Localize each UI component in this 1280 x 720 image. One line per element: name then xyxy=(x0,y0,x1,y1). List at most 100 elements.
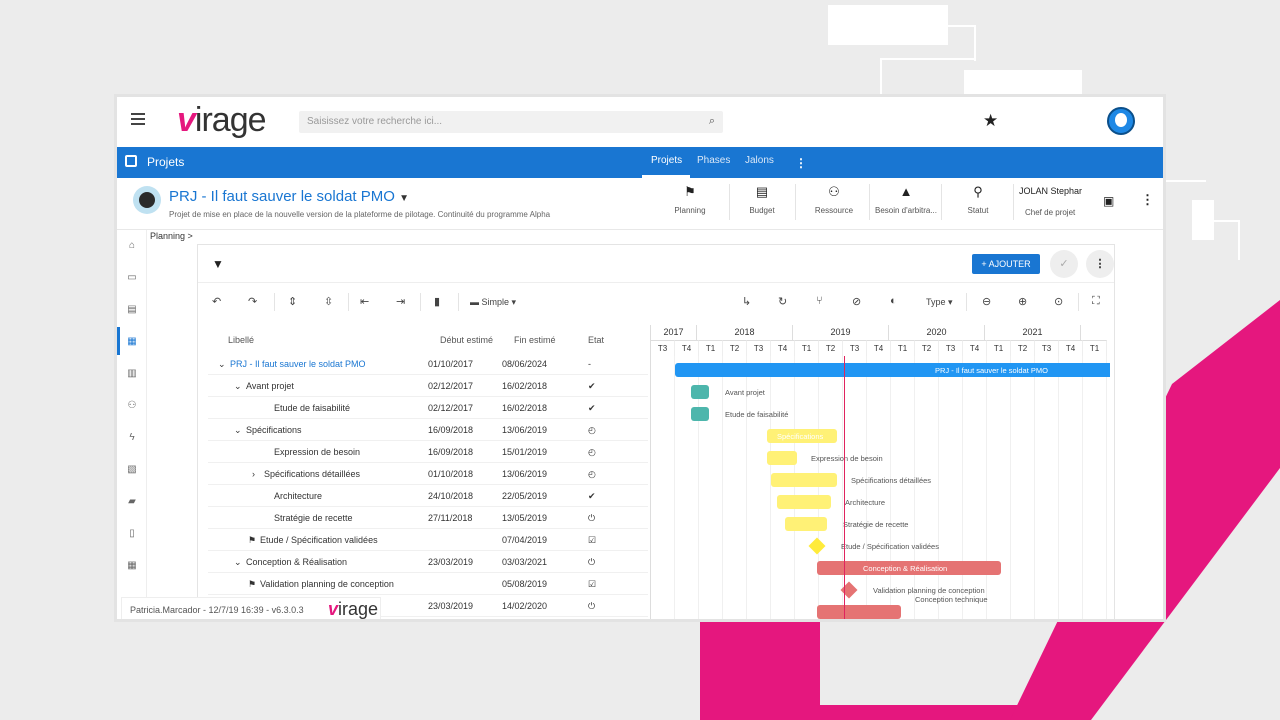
coins-icon: ▤ xyxy=(755,184,769,199)
more-vert-icon[interactable]: ⋮ xyxy=(1086,250,1114,278)
gantt-quarter: T2 xyxy=(1011,340,1035,356)
col-header-start[interactable]: Début estimé xyxy=(440,335,493,345)
more-vert-icon[interactable]: ⋮ xyxy=(795,156,807,170)
cell-label: Spécifications détaillées xyxy=(264,469,361,479)
collapse-icon[interactable]: ⇕ xyxy=(288,295,297,308)
tab-jalons[interactable]: Jalons xyxy=(745,155,774,166)
zoom-out-icon[interactable]: ⊖ xyxy=(982,295,991,308)
table-row[interactable]: ⌄ Avant projet 02/12/2017 16/02/2018 ✔ xyxy=(208,375,648,397)
gantt-bar[interactable] xyxy=(767,451,797,465)
add-button[interactable]: + AJOUTER xyxy=(972,254,1040,274)
split-icon[interactable]: ⑂ xyxy=(816,295,823,307)
zoom-in-icon[interactable]: ⊕ xyxy=(1018,295,1027,308)
history-icon[interactable]: ↻ xyxy=(778,295,787,308)
table-row[interactable]: › Spécifications détaillées 01/10/2018 13/0… xyxy=(208,463,648,485)
gantt-bar[interactable] xyxy=(785,517,827,531)
gantt-quarter: T1 xyxy=(795,340,819,356)
flash-icon[interactable]: ϟ xyxy=(126,432,138,443)
table-row[interactable]: Etude de faisabilité 02/12/2017 16/02/2018… xyxy=(208,397,648,419)
expand-caret-icon[interactable]: ⌄ xyxy=(234,381,242,392)
fullscreen-icon[interactable]: ⛶ xyxy=(1092,295,1100,308)
gantt-bar[interactable] xyxy=(777,495,831,509)
group-icon[interactable]: ⚇ xyxy=(126,400,138,411)
table-row[interactable]: Stratégie de recette 27/11/2018 13/05/2019… xyxy=(208,507,648,529)
header-statut[interactable]: ⚲ Statut xyxy=(943,184,1013,215)
palette-icon[interactable]: ◐ xyxy=(890,295,897,307)
link-icon[interactable]: ↳ xyxy=(742,295,751,308)
clipboard-icon[interactable]: ▧ xyxy=(126,464,138,475)
cell-end: 22/05/2019 xyxy=(502,491,548,501)
cell-end: 13/06/2019 xyxy=(502,425,548,435)
table-row[interactable]: Architecture 24/10/2018 22/05/2019 ✔ xyxy=(208,485,648,507)
dashboard-icon[interactable]: ▦ xyxy=(126,560,138,571)
business-icon[interactable]: ▥ xyxy=(126,368,138,379)
expand-icon[interactable]: ⇳ xyxy=(324,295,333,308)
gantt-milestone[interactable] xyxy=(808,537,826,555)
decor-block xyxy=(1192,200,1214,240)
gantt-chart: 2017 2018 2019 2020 2021 T3 T4 T1 T2 T3 T4 T1 T2 T3 T4… xyxy=(650,325,1110,619)
more-vert-icon[interactable]: ⋮ xyxy=(1141,192,1154,208)
search-icon[interactable]: ⌕ xyxy=(709,115,715,128)
header-ressource[interactable]: ⚇ Ressource xyxy=(799,184,869,215)
table-row[interactable]: ⚑ Etude / Spécification validées 07/04/201… xyxy=(208,529,648,551)
module-title: Projets xyxy=(147,155,185,169)
redo-icon[interactable]: ↷ xyxy=(248,295,257,308)
table-row[interactable]: ⌄ Conception & Réalisation 23/03/2019 03/03… xyxy=(208,551,648,573)
table-row[interactable]: ⌄ PRJ - Il faut sauver le soldat PMO 01/10… xyxy=(208,353,648,375)
home-icon[interactable]: ⌂ xyxy=(126,240,138,251)
table-row[interactable]: ⌄ Spécifications 16/09/2018 13/06/2019 ◴ xyxy=(208,419,648,441)
gantt-bar[interactable] xyxy=(691,385,709,399)
menu-icon[interactable] xyxy=(131,113,145,125)
expand-caret-icon[interactable]: ⌄ xyxy=(234,557,242,568)
tab-projets[interactable]: Projets xyxy=(651,155,682,166)
col-header-state[interactable]: Etat xyxy=(588,335,604,345)
zoom-fit-icon[interactable]: ⊙ xyxy=(1054,295,1063,308)
breadcrumb[interactable]: Planning > xyxy=(150,231,193,241)
people-icon: ⚇ xyxy=(828,184,840,199)
check-button[interactable]: ✓ xyxy=(1050,250,1078,278)
header-budget[interactable]: ▤ Budget xyxy=(727,184,797,215)
table-row[interactable]: ⚑ Validation planning de conception 05/08/… xyxy=(208,573,648,595)
dropdown-caret-icon[interactable]: ▼ xyxy=(399,193,409,204)
panel-toolbar: ▼ + AJOUTER ✓ ⋮ xyxy=(198,245,1114,283)
header-planning[interactable]: ⚑ Planning xyxy=(655,184,725,215)
type-select[interactable]: Type ▾ xyxy=(926,297,953,308)
cell-start: 24/10/2018 xyxy=(428,491,474,501)
header-arbitrage[interactable]: ▲ Besoin d'arbitra... xyxy=(871,184,941,215)
expand-caret-icon[interactable]: ⌄ xyxy=(218,359,226,370)
forum-icon[interactable]: ▰ xyxy=(126,496,138,507)
gantt-bar[interactable] xyxy=(691,407,709,421)
gantt-bar[interactable] xyxy=(817,605,901,619)
file-icon[interactable]: ▯ xyxy=(126,528,138,539)
project-title[interactable]: PRJ - Il faut sauver le soldat PMO ▼ xyxy=(169,188,409,205)
col-header-label[interactable]: Libellé xyxy=(228,335,254,345)
filter-icon[interactable]: ▼ xyxy=(212,257,224,271)
gantt-bar-label: Validation planning de conception xyxy=(873,586,985,595)
table-row[interactable]: Expression de besoin 16/09/2018 15/01/2019… xyxy=(208,441,648,463)
footer-logo: virage xyxy=(328,599,379,619)
outdent-icon[interactable]: ⇤ xyxy=(360,295,369,308)
label-icon[interactable]: ▭ xyxy=(126,272,138,283)
top-bar: virage Saisissez votre recherche ici... ⌕… xyxy=(117,97,1163,147)
tab-phases[interactable]: Phases xyxy=(697,155,730,166)
milestone-flag-icon: ⚑ xyxy=(248,535,257,545)
document-icon[interactable]: ▣ xyxy=(1103,194,1114,208)
expand-caret-icon[interactable]: ⌄ xyxy=(234,425,242,436)
user-avatar[interactable] xyxy=(1107,107,1135,135)
search-input[interactable]: Saisissez votre recherche ici... ⌕ xyxy=(299,111,723,133)
indent-icon[interactable]: ⇥ xyxy=(396,295,405,308)
gantt-bar[interactable] xyxy=(771,473,837,487)
favorites-star-icon[interactable]: ★ xyxy=(983,111,998,131)
cell-end: 13/05/2019 xyxy=(502,513,548,523)
app-logo[interactable]: virage xyxy=(177,101,267,140)
view-select[interactable]: ▬ Simple ▾ xyxy=(470,297,516,308)
col-header-end[interactable]: Fin estimé xyxy=(514,335,556,345)
delete-icon[interactable]: ▮ xyxy=(434,295,440,308)
card-icon[interactable]: ▤ xyxy=(126,304,138,315)
gantt-year: 2017 xyxy=(651,325,697,340)
calendar-icon[interactable]: ▦ xyxy=(126,336,138,347)
expand-caret-icon[interactable]: › xyxy=(252,469,255,479)
undo-icon[interactable]: ↶ xyxy=(212,295,221,308)
compass-icon[interactable]: ⊘ xyxy=(852,295,861,308)
cell-state: ⏻ xyxy=(588,557,596,567)
